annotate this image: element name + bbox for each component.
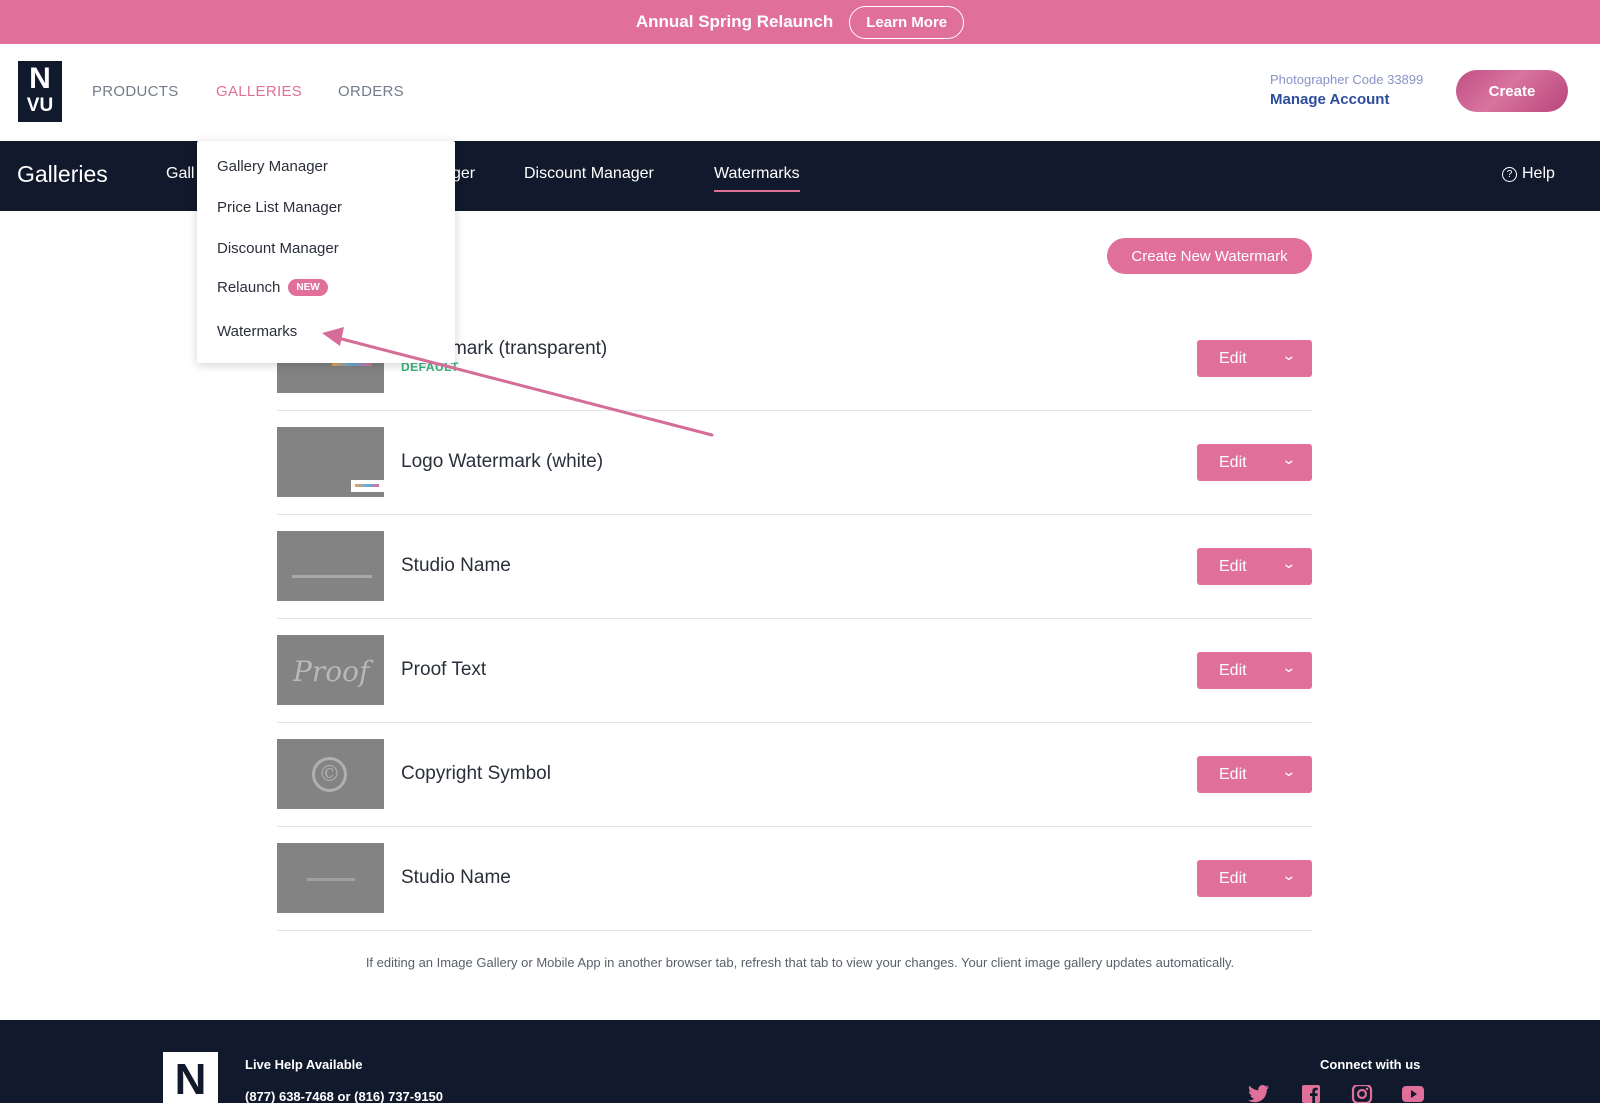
- dropdown-item-price-list-manager[interactable]: Price List Manager: [217, 199, 342, 216]
- edit-label: Edit: [1219, 454, 1247, 471]
- chevron-down-icon[interactable]: ⌄: [1281, 659, 1296, 676]
- subnav-item-discount-manager[interactable]: Discount Manager: [524, 165, 654, 183]
- edit-button[interactable]: Edit ⌄: [1197, 860, 1312, 897]
- edit-label: Edit: [1219, 558, 1247, 575]
- dropdown-item-label: Price List Manager: [217, 199, 343, 216]
- dropdown-item-relaunch[interactable]: Relaunch NEW: [217, 279, 328, 296]
- new-badge: NEW: [288, 279, 328, 296]
- subnav-item-price-list-manager[interactable]: ger: [452, 165, 475, 183]
- logo-letters-vu: VU: [26, 95, 54, 116]
- dropdown-item-discount-manager[interactable]: Discount Manager: [217, 240, 339, 257]
- create-button[interactable]: Create: [1456, 70, 1568, 112]
- edit-button[interactable]: Edit ⌄: [1197, 444, 1312, 481]
- manage-account-link[interactable]: Manage Account: [1270, 91, 1389, 108]
- watermark-name: Proof Text: [401, 659, 487, 680]
- tiny-text-mark: [307, 878, 355, 881]
- white-logo-mark: [351, 480, 384, 492]
- color-logo-mark: [332, 363, 372, 366]
- footer: N Live Help Available (877) 638-7468 or …: [0, 1020, 1600, 1103]
- dropdown-item-gallery-manager[interactable]: Gallery Manager: [217, 158, 328, 175]
- nav-galleries[interactable]: GALLERIES: [216, 83, 302, 100]
- dropdown-item-label: Relaunch: [217, 279, 281, 296]
- nav-products[interactable]: PRODUCTS: [92, 83, 179, 100]
- watermark-thumbnail: [277, 843, 384, 913]
- edit-button[interactable]: Edit ⌄: [1197, 756, 1312, 793]
- learn-more-button[interactable]: Learn More: [849, 5, 965, 39]
- edit-button[interactable]: Edit ⌄: [1197, 340, 1312, 377]
- edit-button[interactable]: Edit ⌄: [1197, 652, 1312, 689]
- tiny-text-mark: [292, 575, 372, 578]
- edit-label: Edit: [1219, 350, 1247, 367]
- phone-numbers[interactable]: (877) 638-7468 or (816) 737-9150: [245, 1089, 443, 1103]
- chevron-down-icon[interactable]: ⌄: [1281, 451, 1296, 468]
- connect-heading: Connect with us: [1320, 1057, 1421, 1072]
- edit-button[interactable]: Edit ⌄: [1197, 548, 1312, 585]
- footer-logo[interactable]: N: [163, 1052, 218, 1103]
- edit-label: Edit: [1219, 766, 1247, 783]
- promo-banner: Annual Spring Relaunch Learn More: [0, 0, 1600, 44]
- galleries-dropdown-menu: Gallery Manager Price List Manager Disco…: [197, 141, 455, 363]
- watermark-name: Studio Name: [401, 867, 511, 888]
- instagram-icon[interactable]: [1351, 1085, 1373, 1103]
- proof-text-mark: Proof: [293, 655, 370, 688]
- youtube-icon[interactable]: [1402, 1085, 1424, 1103]
- facebook-icon[interactable]: [1300, 1085, 1322, 1103]
- watermark-row: Proof Proof Text Edit ⌄: [277, 619, 1312, 723]
- edit-label: Edit: [1219, 662, 1247, 679]
- twitter-icon[interactable]: [1248, 1085, 1270, 1103]
- watermark-row: Studio Name Edit ⌄: [277, 827, 1312, 931]
- live-help-heading: Live Help Available: [245, 1057, 363, 1072]
- nvu-logo[interactable]: N VU: [18, 61, 62, 122]
- dropdown-item-watermarks[interactable]: Watermarks: [217, 323, 297, 340]
- subnav-title: Galleries: [17, 161, 108, 187]
- top-nav: N VU PRODUCTS GALLERIES ORDERS Photograp…: [0, 44, 1600, 141]
- watermark-name: Studio Name: [401, 555, 511, 576]
- chevron-down-icon[interactable]: ⌄: [1281, 555, 1296, 572]
- help-link[interactable]: ? Help: [1502, 165, 1555, 183]
- watermark-thumbnail: [277, 531, 384, 601]
- create-new-watermark-button[interactable]: Create New Watermark: [1107, 238, 1312, 274]
- watermark-row: Logo Watermark (white) Edit ⌄: [277, 411, 1312, 515]
- chevron-down-icon[interactable]: ⌄: [1281, 867, 1296, 884]
- edit-label: Edit: [1219, 870, 1247, 887]
- refresh-notice: If editing an Image Gallery or Mobile Ap…: [365, 955, 1235, 970]
- chevron-down-icon[interactable]: ⌄: [1281, 347, 1296, 364]
- watermark-thumbnail: [277, 427, 384, 497]
- photographer-code: Photographer Code 33899: [1270, 72, 1424, 87]
- help-label: Help: [1522, 165, 1555, 182]
- subnav-item-watermarks[interactable]: Watermarks: [714, 165, 800, 192]
- watermark-thumbnail: Proof: [277, 635, 384, 705]
- chevron-down-icon[interactable]: ⌄: [1281, 763, 1296, 780]
- logo-letter-n: N: [29, 62, 51, 95]
- dropdown-item-label: Watermarks: [217, 323, 298, 340]
- watermark-name: Copyright Symbol: [401, 763, 551, 784]
- nav-orders[interactable]: ORDERS: [338, 83, 404, 100]
- watermark-thumbnail: ©: [277, 739, 384, 809]
- question-circle-icon: ?: [1502, 166, 1517, 182]
- promo-text: Annual Spring Relaunch: [635, 12, 834, 31]
- subnav-item-gallery-manager[interactable]: Gall: [166, 165, 194, 183]
- copyright-icon: ©: [312, 757, 347, 792]
- watermark-row: © Copyright Symbol Edit ⌄: [277, 723, 1312, 827]
- watermark-row: Studio Name Edit ⌄: [277, 515, 1312, 619]
- dropdown-item-label: Gallery Manager: [217, 158, 328, 175]
- dropdown-item-label: Discount Manager: [217, 240, 339, 257]
- watermark-name: Logo Watermark (white): [401, 451, 604, 472]
